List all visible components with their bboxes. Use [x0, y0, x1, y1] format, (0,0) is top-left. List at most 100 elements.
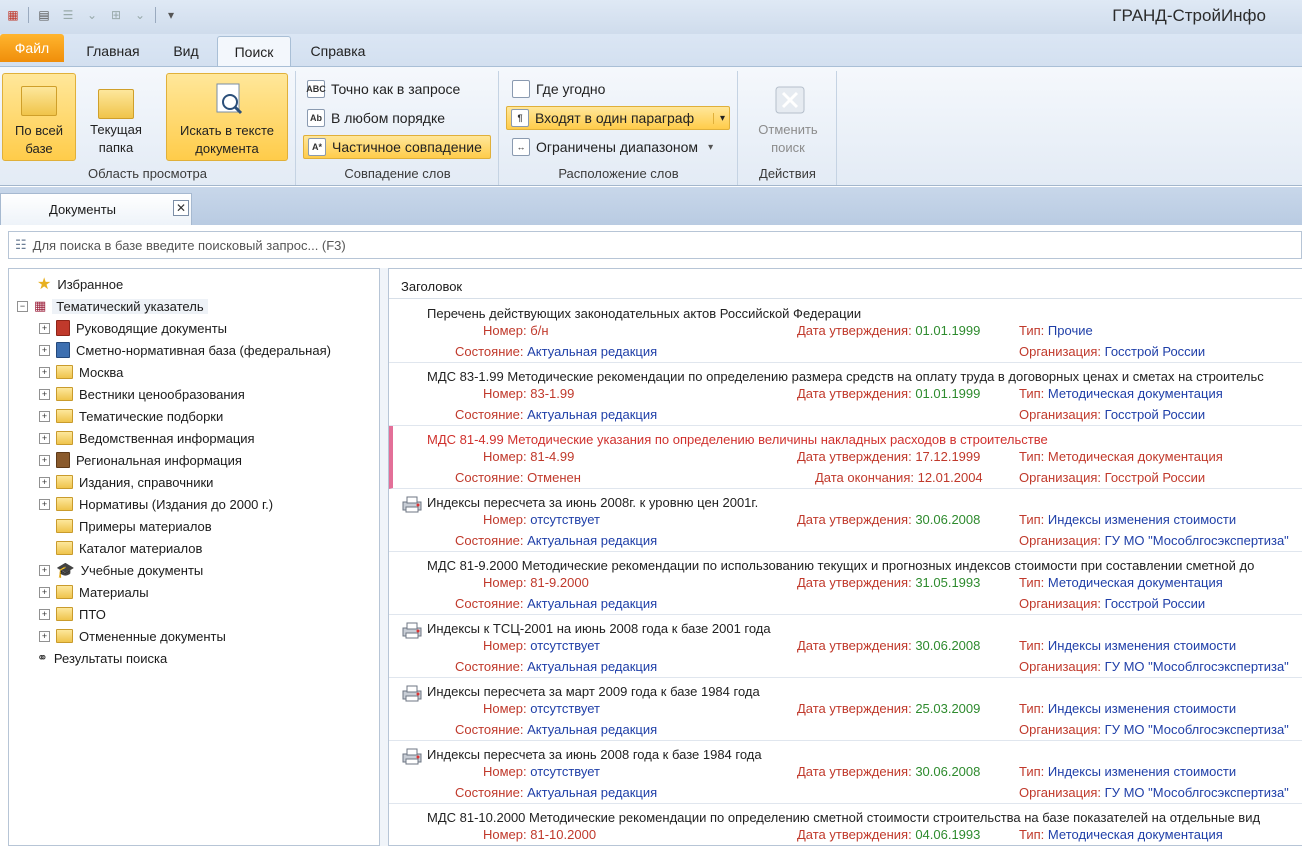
pane-splitter[interactable] — [380, 268, 388, 846]
printer-icon — [402, 622, 422, 639]
record-title: МДС 81-10.2000 Методические рекомендации… — [427, 810, 1261, 825]
list-item[interactable]: Индексы к ТСЦ-2001 на июнь 2008 года к б… — [389, 615, 1302, 678]
record-org: Организация: ГУ МО "Мособлгосэкспертиза" — [1019, 785, 1289, 800]
list-icon[interactable]: ☰ — [59, 6, 77, 24]
list-item[interactable]: МДС 81-10.2000 Методические рекомендации… — [389, 804, 1302, 845]
tree-item-guiding-docs[interactable]: + Руководящие документы — [39, 317, 227, 339]
record-title: МДС 81-9.2000 Методические рекомендации … — [427, 558, 1255, 573]
tree-item-pto[interactable]: + ПТО — [39, 603, 106, 625]
list-item[interactable]: МДС 83-1.99 Методические рекомендации по… — [389, 363, 1302, 426]
collapse-icon[interactable]: − — [17, 300, 28, 312]
list-item[interactable]: Индексы пересчета за март 2009 года к ба… — [389, 678, 1302, 741]
print-icon[interactable]: ▤ — [35, 6, 53, 24]
button-label: Текущая папка — [90, 122, 142, 155]
same-paragraph-button[interactable]: ¶ Входят в один параграф ▾ — [506, 106, 730, 130]
any-order-button[interactable]: Ab В любом порядке — [303, 106, 449, 130]
expand-icon[interactable]: + — [39, 476, 50, 488]
record-state: Состояние: Актуальная редакция — [455, 533, 658, 548]
expand-icon[interactable]: + — [39, 366, 50, 378]
tree-label: Отмененные документы — [79, 628, 226, 644]
record-state: Состояние: Актуальная редакция — [455, 785, 658, 800]
record-number: Номер: отсутствует — [483, 512, 601, 527]
tab-home[interactable]: Главная — [74, 36, 152, 66]
group-view-area: По всей базе Текущая папка Искать в текс… — [0, 71, 296, 185]
chevron-down-icon[interactable]: ⌄ — [83, 6, 101, 24]
app-icon[interactable]: ▦ — [4, 6, 22, 24]
tree-label: Нормативы (Издания до 2000 г.) — [79, 496, 274, 512]
tab-view[interactable]: Вид — [160, 36, 212, 66]
cancel-search-button[interactable]: Отменить поиск — [747, 73, 829, 161]
record-number: Номер: 81-4.99 — [483, 449, 575, 464]
tab-file[interactable]: Файл — [0, 34, 64, 62]
partial-match-button[interactable]: A* Частичное совпадение — [303, 135, 491, 159]
tree-item-search-results[interactable]: ⚭ Результаты поиска — [37, 647, 167, 669]
chevron-down-icon[interactable]: ⌄ — [131, 6, 149, 24]
tree-item-moscow[interactable]: + Москва — [39, 361, 123, 383]
record-date: Дата утверждения: 04.06.1993 — [797, 827, 981, 842]
tree-item-educational-docs[interactable]: + 🎓 Учебные документы — [39, 559, 203, 581]
tree-item-material-catalog[interactable]: Каталог материалов — [56, 537, 202, 559]
expand-icon[interactable]: + — [39, 630, 50, 642]
column-title: Заголовок — [401, 279, 463, 294]
list-item-cancelled[interactable]: МДС 81-4.99 Методические указания по опр… — [389, 426, 1302, 489]
partial-icon: A* — [308, 138, 326, 156]
search-input[interactable]: ☷ Для поиска в базе введите поисковый за… — [8, 231, 1302, 259]
folder-icon — [56, 541, 73, 555]
expand-icon[interactable]: + — [39, 410, 50, 422]
record-number: Номер: отсутствует — [483, 638, 601, 653]
record-date: Дата утверждения: 30.06.2008 — [797, 638, 981, 653]
customize-toolbar-icon[interactable]: ▾ — [162, 6, 180, 24]
tree-item-estimate-base[interactable]: + Сметно-нормативная база (федеральная) — [39, 339, 331, 361]
expand-icon[interactable]: + — [39, 344, 50, 356]
chevron-down-icon[interactable]: ▾ — [708, 142, 713, 153]
record-type: Тип: Методическая документация — [1019, 575, 1223, 590]
expand-icon[interactable]: + — [39, 432, 50, 444]
tree-item-material-examples[interactable]: Примеры материалов — [56, 515, 212, 537]
tree-item-regional-info[interactable]: + Региональная информация — [39, 449, 242, 471]
expand-icon[interactable]: + — [39, 322, 50, 334]
tree-icon[interactable]: ⊞ — [107, 6, 125, 24]
list-item[interactable]: Индексы пересчета за июнь 2008г. к уровн… — [389, 489, 1302, 552]
current-folder-button[interactable]: Текущая папка — [80, 73, 152, 161]
tree-item-thematic-index[interactable]: − ▦ Тематический указатель — [17, 295, 208, 317]
chevron-down-icon[interactable]: ▾ — [712, 112, 725, 124]
expand-icon[interactable]: + — [39, 454, 50, 466]
search-in-text-button[interactable]: Искать в тексте документа — [166, 73, 288, 161]
tree-item-thematic-selections[interactable]: + Тематические подборки — [39, 405, 223, 427]
tab-documents[interactable]: Документы ✕ — [0, 193, 192, 225]
record-date: Дата утверждения: 01.01.1999 — [797, 323, 981, 338]
exact-match-button[interactable]: ABC Точно как в запросе — [303, 77, 464, 101]
expand-icon[interactable]: + — [39, 564, 50, 576]
tree-item-pricing-bulletins[interactable]: + Вестники ценообразования — [39, 383, 245, 405]
tree-item-favorites[interactable]: ★ Избранное — [37, 273, 123, 295]
close-icon[interactable]: ✕ — [173, 200, 189, 216]
tab-help[interactable]: Справка — [298, 36, 378, 66]
button-label: По всей базе — [15, 123, 63, 156]
tab-search[interactable]: Поиск — [217, 36, 291, 66]
anywhere-button[interactable]: Где угодно — [508, 77, 609, 101]
tree-item-departmental-info[interactable]: + Ведомственная информация — [39, 427, 255, 449]
list-item[interactable]: Перечень действующих законодательных акт… — [389, 300, 1302, 363]
button-label: В любом порядке — [331, 110, 446, 126]
record-number: Номер: отсутствует — [483, 701, 601, 716]
expand-icon[interactable]: + — [39, 498, 50, 510]
expand-icon[interactable]: + — [39, 586, 50, 598]
folders-icon — [19, 80, 59, 120]
expand-icon[interactable]: + — [39, 388, 50, 400]
record-state: Состояние: Актуальная редакция — [455, 344, 658, 359]
record-type: Тип: Прочие — [1019, 323, 1093, 338]
tree-item-publications[interactable]: + Издания, справочники — [39, 471, 213, 493]
folder-icon — [56, 409, 73, 423]
tree-item-cancelled-docs[interactable]: + Отмененные документы — [39, 625, 226, 647]
tree-label: Вестники ценообразования — [79, 386, 245, 402]
list-item[interactable]: МДС 81-9.2000 Методические рекомендации … — [389, 552, 1302, 615]
printer-icon — [402, 496, 422, 513]
expand-icon[interactable]: + — [39, 608, 50, 620]
app-title: ГРАНД-СтройИнфо — [1112, 6, 1266, 25]
column-header[interactable]: Заголовок — [389, 269, 1302, 299]
tree-item-norms-pre2000[interactable]: + Нормативы (Издания до 2000 г.) — [39, 493, 273, 515]
search-all-base-button[interactable]: По всей базе — [2, 73, 76, 161]
list-item[interactable]: Индексы пересчета за июнь 2008 года к ба… — [389, 741, 1302, 804]
limited-range-button[interactable]: ↔ Ограничены диапазоном ▾ — [508, 135, 717, 159]
tree-item-materials[interactable]: + Материалы — [39, 581, 149, 603]
